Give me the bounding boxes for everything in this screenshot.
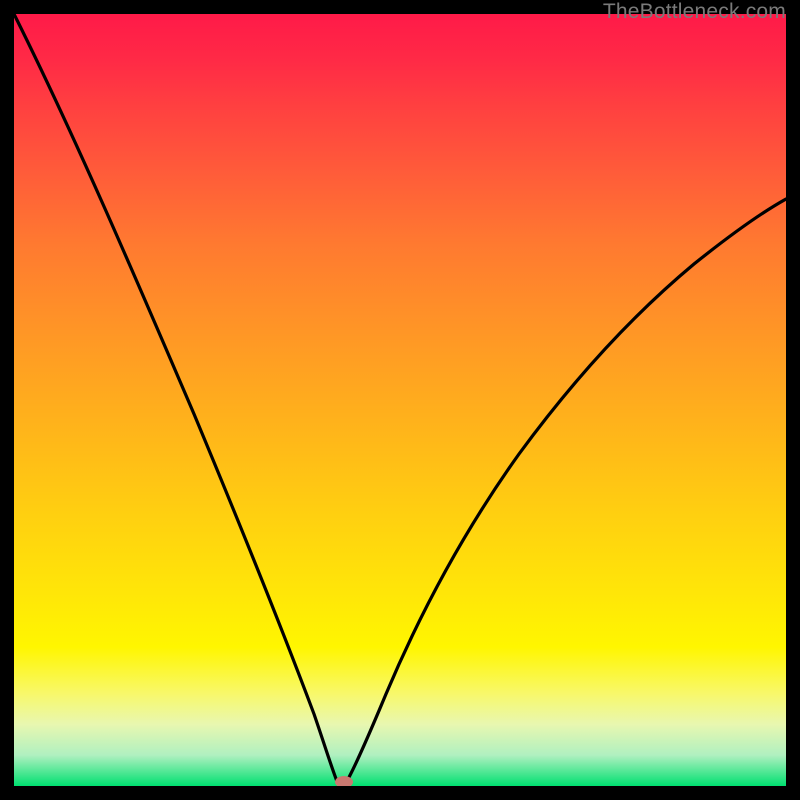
plot-area (14, 14, 786, 786)
chart-container: TheBottleneck.com (0, 0, 800, 800)
curve-layer (14, 14, 786, 786)
watermark: TheBottleneck.com (603, 0, 786, 24)
bottleneck-curve (14, 14, 786, 786)
